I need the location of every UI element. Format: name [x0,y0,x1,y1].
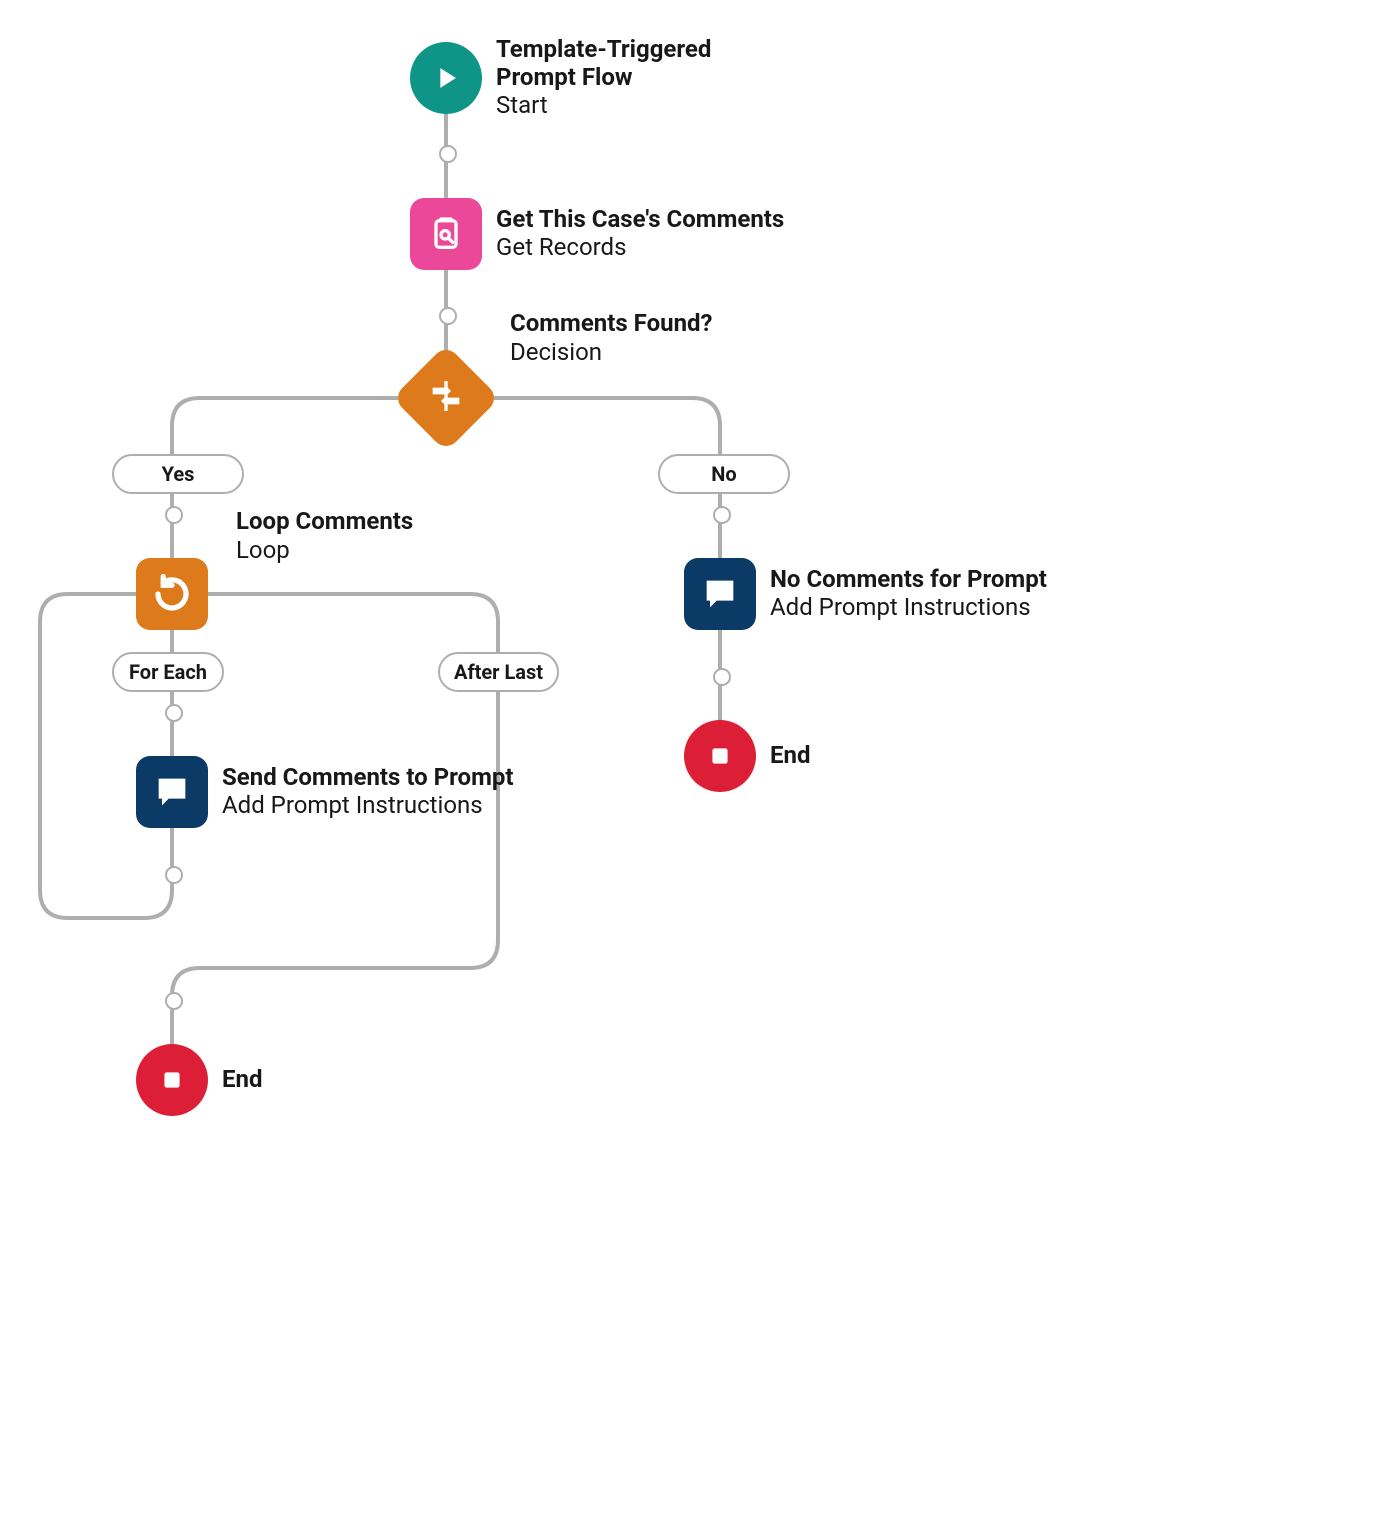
node-end-right[interactable]: End [684,720,810,792]
start-sub: Start [496,91,796,120]
end-right-title: End [770,742,810,770]
connector-point[interactable] [165,866,183,884]
connector-point[interactable] [165,506,183,524]
chat-icon [684,558,756,630]
node-end-left[interactable]: End [136,1044,262,1116]
pill-afterlast-text: After Last [454,660,543,684]
loop-sub: Loop [236,536,413,565]
pill-yes-text: Yes [162,462,195,486]
stop-icon [136,1044,208,1116]
node-send-comments[interactable]: Send Comments to Prompt Add Prompt Instr… [136,756,514,828]
branch-label-for-each[interactable]: For Each [112,652,224,692]
get-records-sub: Get Records [496,233,784,262]
send-comments-title: Send Comments to Prompt [222,764,514,792]
connector-point[interactable] [713,668,731,686]
stop-icon [684,720,756,792]
branch-label-after-last[interactable]: After Last [438,652,559,692]
send-comments-sub: Add Prompt Instructions [222,791,514,820]
node-start[interactable]: Template-Triggered Prompt Flow Start [410,36,796,120]
no-comments-title: No Comments for Prompt [770,566,1047,594]
branch-label-no[interactable]: No [658,454,790,494]
get-records-title: Get This Case's Comments [496,206,784,234]
flow-canvas: Template-Triggered Prompt Flow Start Get… [0,0,1388,1528]
node-loop[interactable] [136,558,208,630]
decision-title: Comments Found? [510,310,712,338]
connector-point[interactable] [165,992,183,1010]
node-no-comments[interactable]: No Comments for Prompt Add Prompt Instru… [684,558,1047,630]
decision-sub: Decision [510,338,712,367]
start-title: Template-Triggered Prompt Flow [496,36,796,91]
pill-no-text: No [711,462,736,486]
end-left-title: End [222,1066,262,1094]
signpost-icon [392,344,499,451]
pill-foreach-text: For Each [129,660,207,684]
node-get-records[interactable]: Get This Case's Comments Get Records [410,198,784,270]
connector-point[interactable] [439,307,457,325]
loop-icon [136,558,208,630]
connector-point[interactable] [713,506,731,524]
connector-point[interactable] [439,145,457,163]
chat-icon [136,756,208,828]
loop-title: Loop Comments [236,508,413,536]
play-icon [410,42,482,114]
clipboard-search-icon [410,198,482,270]
connector-point[interactable] [165,704,183,722]
no-comments-sub: Add Prompt Instructions [770,593,1047,622]
node-decision[interactable] [408,360,484,436]
branch-label-yes[interactable]: Yes [112,454,244,494]
